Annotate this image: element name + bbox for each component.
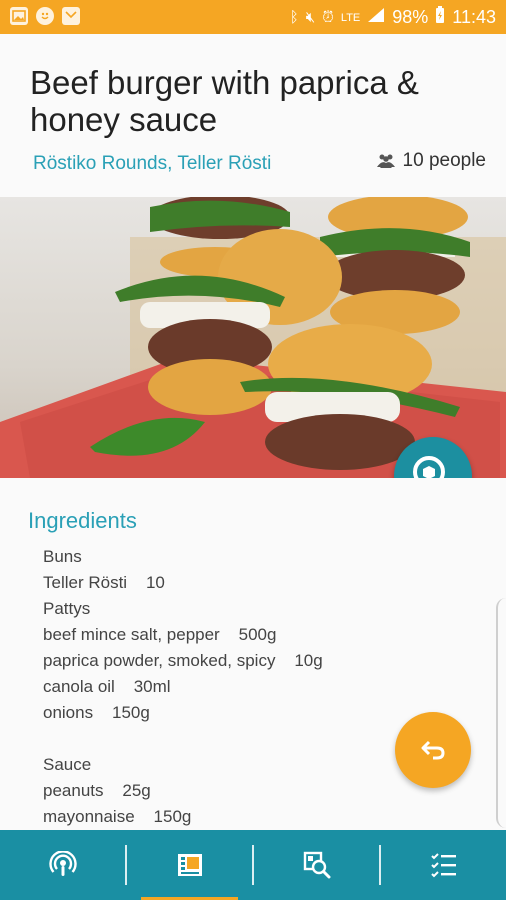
checklist-icon: [430, 853, 456, 878]
ingredient-line: mayonnaise 150g: [43, 807, 192, 826]
ingredient-line: paprica powder, smoked, spicy 10g: [43, 651, 323, 670]
ingredients-list: Buns Teller Rösti 10 Pattys beef mince s…: [43, 544, 323, 830]
signal-icon: [367, 7, 385, 28]
ingredient-line: canola oil 30ml: [43, 677, 171, 696]
nav-podcast[interactable]: [0, 830, 125, 900]
status-bar: ᛒ 🔇︎ ⏰︎ LTE 98% 11:43: [0, 0, 506, 34]
nav-recipe[interactable]: [127, 830, 252, 900]
battery-icon: [435, 6, 445, 29]
ingredient-spacer: [43, 726, 323, 752]
recipe-photo: [0, 197, 506, 478]
recipe-header: Beef burger with paprica & honey sauce R…: [0, 34, 506, 197]
gallery-icon: [10, 7, 28, 25]
ingredient-line: Buns: [43, 547, 82, 566]
nav-product-search[interactable]: [254, 830, 379, 900]
emoji-icon: [36, 7, 54, 25]
recipe-card-icon: [177, 854, 202, 876]
ingredient-line: onions 150g: [43, 703, 150, 722]
ingredients-heading: Ingredients: [28, 508, 137, 533]
product-search-icon: [303, 851, 330, 879]
network-type: LTE: [340, 11, 361, 24]
mail-icon: [62, 7, 80, 25]
battery-percent: 98%: [392, 7, 429, 27]
bluetooth-icon: ᛒ: [289, 9, 299, 26]
ingredient-line: Teller Rösti 10: [43, 573, 165, 592]
undo-icon: [421, 740, 445, 760]
scrollbar[interactable]: [496, 598, 506, 828]
servings: 10 people: [376, 150, 486, 172]
alarm-icon: ⏰︎: [322, 9, 334, 26]
clock: 11:43: [452, 7, 496, 27]
mute-icon: 🔇︎: [305, 9, 316, 26]
back-button[interactable]: [395, 712, 471, 788]
bottom-navigation: [0, 830, 506, 900]
ingredient-line: Pattys: [43, 599, 91, 618]
ingredient-line: Sauce: [43, 755, 92, 774]
ingredient-line: peanuts 25g: [43, 781, 151, 800]
people-icon: [376, 154, 395, 168]
servings-label: 10 people: [402, 150, 486, 171]
nav-checklist[interactable]: [381, 830, 506, 900]
recipe-title: Beef burger with paprica & honey sauce: [30, 64, 419, 138]
podcast-icon: [48, 851, 77, 876]
product-links[interactable]: Röstiko Rounds, Teller Rösti: [33, 153, 271, 175]
ingredient-line: beef mince salt, pepper 500g: [43, 625, 277, 644]
